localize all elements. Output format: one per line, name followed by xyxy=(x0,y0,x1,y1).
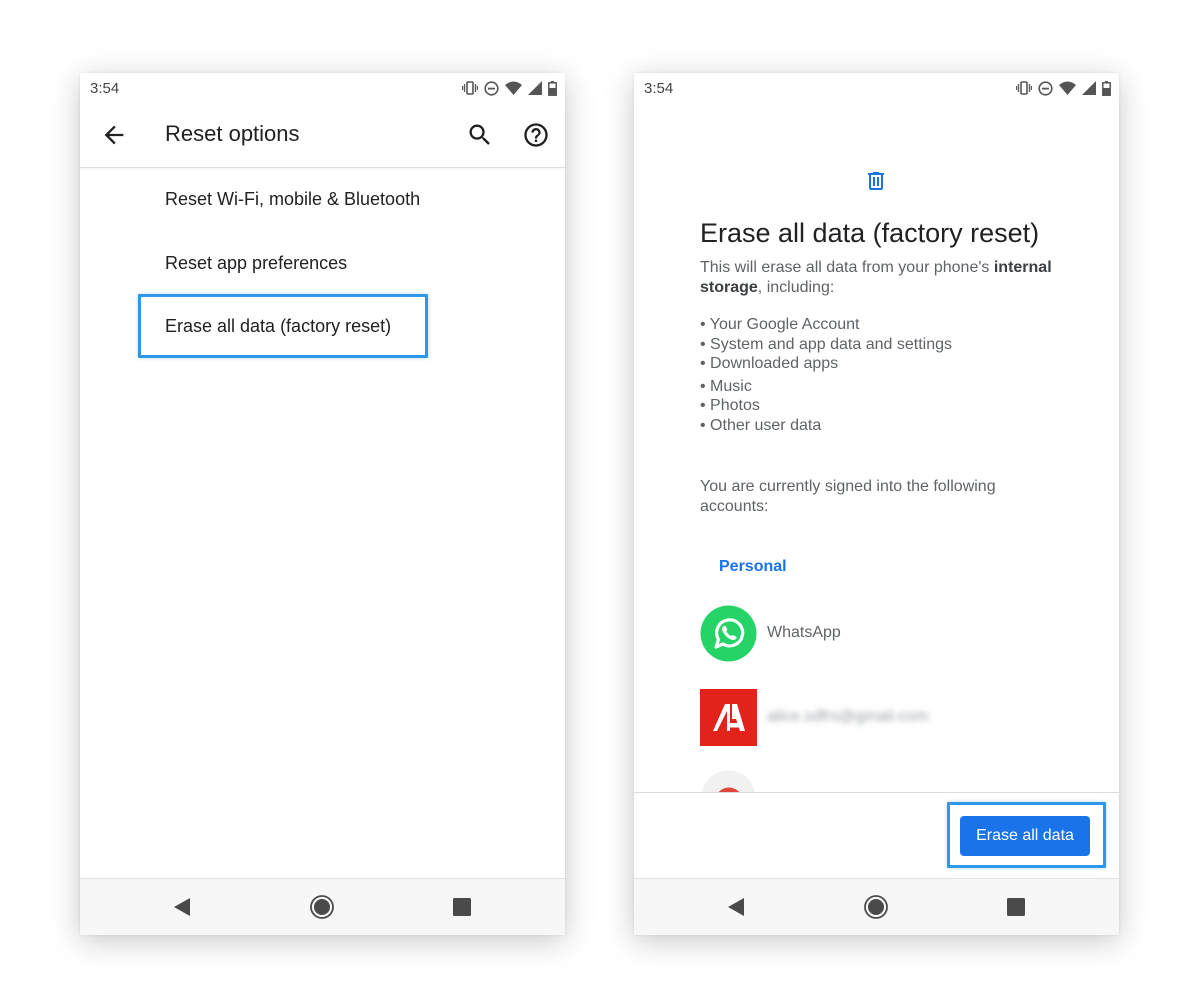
status-time: 3:54 xyxy=(90,80,120,97)
nav-recents-button[interactable] xyxy=(1002,893,1030,921)
back-triangle-icon xyxy=(728,898,744,916)
nav-home-button[interactable] xyxy=(862,893,890,921)
nav-back-button[interactable] xyxy=(722,893,750,921)
back-arrow-button[interactable] xyxy=(100,121,128,149)
status-icons xyxy=(462,80,557,96)
recents-square-icon xyxy=(1007,898,1025,916)
wifi-icon xyxy=(505,81,522,95)
list-item: • Downloaded apps xyxy=(700,355,839,372)
account-label: WhatsApp xyxy=(767,624,841,641)
erase-description: This will erase all data from your phone… xyxy=(700,258,1090,298)
account-row-adobe: alice.sdfrs@gmail.com xyxy=(700,688,928,746)
list-item: • System and app data and settings xyxy=(700,335,952,353)
reset-options-screen: 3:54 Reset options Reset Wi-Fi, mobile &… xyxy=(80,73,565,935)
home-circle-icon xyxy=(864,895,888,919)
app-bar: Reset options xyxy=(80,103,565,168)
arrow-back-icon xyxy=(104,125,124,145)
erase-all-data-screen: 3:54 Erase all data (factory reset) This… xyxy=(634,73,1119,935)
page-title: Reset options xyxy=(165,121,300,146)
do-not-disturb-icon xyxy=(1038,80,1053,96)
do-not-disturb-icon xyxy=(484,80,499,96)
navigation-bar xyxy=(80,878,565,935)
nav-back-button[interactable] xyxy=(168,893,196,921)
erase-all-data-item[interactable]: Erase all data (factory reset) xyxy=(165,316,391,337)
search-button[interactable] xyxy=(466,121,494,149)
status-time: 3:54 xyxy=(644,80,674,97)
account-section-label: Personal xyxy=(719,558,787,575)
erase-title: Erase all data (factory reset) xyxy=(700,218,1040,248)
status-icons xyxy=(1016,80,1111,96)
status-bar: 3:54 xyxy=(80,73,565,103)
reset-app-preferences-item[interactable]: Reset app preferences xyxy=(165,253,347,274)
nav-home-button[interactable] xyxy=(308,893,336,921)
description-text-end: , including: xyxy=(757,279,835,296)
adobe-icon xyxy=(700,688,757,746)
search-icon xyxy=(469,124,490,145)
vibrate-icon xyxy=(462,81,478,95)
erase-items-list: • Your Google Account • System and app d… xyxy=(700,315,952,435)
help-button[interactable] xyxy=(522,121,550,149)
reset-wifi-item[interactable]: Reset Wi-Fi, mobile & Bluetooth xyxy=(165,189,420,210)
trash-icon xyxy=(864,169,888,198)
whatsapp-icon xyxy=(700,605,757,661)
battery-icon xyxy=(1102,80,1111,96)
navigation-bar xyxy=(634,878,1119,935)
wifi-icon xyxy=(1059,81,1076,95)
list-item: • Photos xyxy=(700,397,760,414)
description-text: This will erase all data from your phone… xyxy=(700,259,994,276)
recents-square-icon xyxy=(453,898,471,916)
vibrate-icon xyxy=(1016,81,1032,95)
list-item: • Other user data xyxy=(700,416,822,434)
erase-all-data-button[interactable]: Erase all data xyxy=(960,816,1090,856)
list-item: • Your Google Account xyxy=(700,316,860,333)
list-item: • Music xyxy=(700,377,752,395)
help-icon xyxy=(524,123,548,147)
battery-icon xyxy=(548,80,557,96)
home-circle-icon xyxy=(310,895,334,919)
back-triangle-icon xyxy=(174,898,190,916)
signed-in-text: You are currently signed into the follow… xyxy=(700,478,996,515)
signal-icon xyxy=(528,81,542,95)
action-panel: Erase all data xyxy=(634,792,1119,879)
nav-recents-button[interactable] xyxy=(448,893,476,921)
status-bar: 3:54 xyxy=(634,73,1119,103)
signal-icon xyxy=(1082,81,1096,95)
account-row-whatsapp: WhatsApp xyxy=(700,604,841,662)
account-label: alice.sdfrs@gmail.com xyxy=(767,708,929,725)
